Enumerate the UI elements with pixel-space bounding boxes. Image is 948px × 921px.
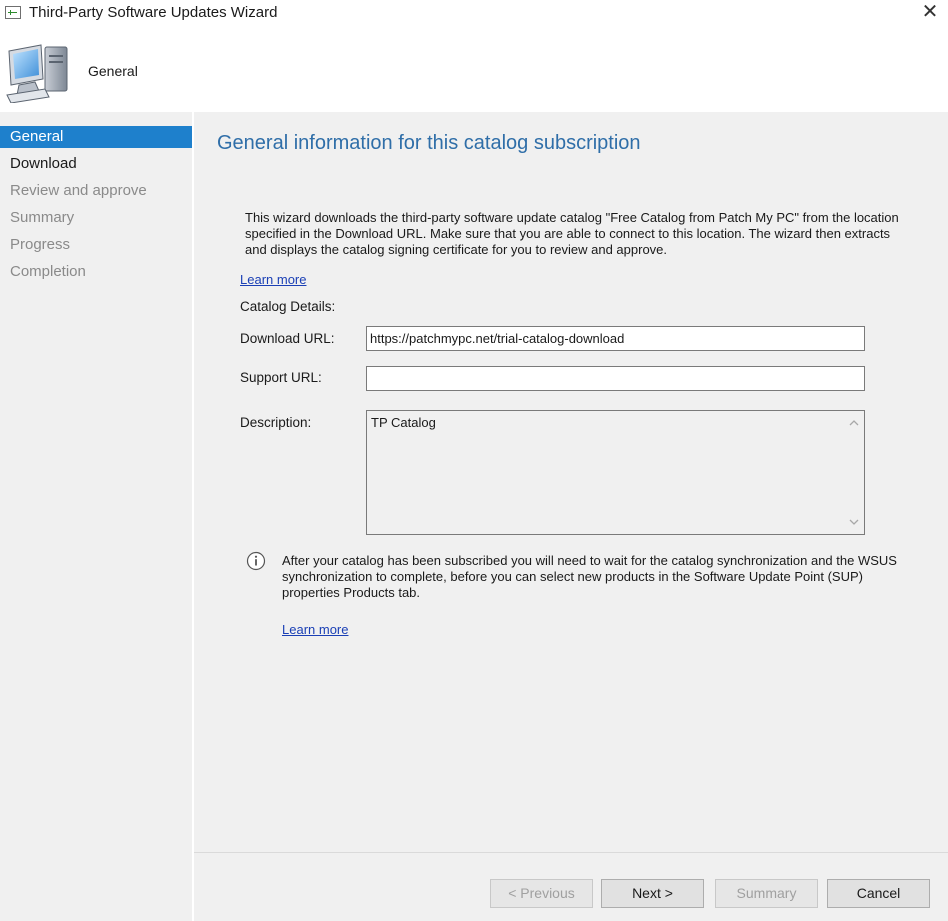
learn-more-link-2[interactable]: Learn more xyxy=(282,622,348,637)
wizard-steps-sidebar: General Download Review and approve Summ… xyxy=(0,112,192,921)
catalog-details-label: Catalog Details: xyxy=(240,299,336,314)
previous-button: < Previous xyxy=(490,879,593,908)
learn-more-link[interactable]: Learn more xyxy=(240,272,306,287)
step-review-and-approve: Review and approve xyxy=(10,182,147,199)
support-url-label: Support URL: xyxy=(240,370,322,385)
summary-button: Summary xyxy=(715,879,818,908)
download-url-label: Download URL: xyxy=(240,331,335,346)
step-completion: Completion xyxy=(10,263,86,280)
close-button[interactable]: ✕ xyxy=(912,0,948,26)
wizard-footer: < Previous Next > Summary Cancel xyxy=(194,852,948,921)
description-textarea[interactable]: TP Catalog xyxy=(366,410,865,535)
cancel-button[interactable]: Cancel xyxy=(827,879,930,908)
wizard-header: General xyxy=(0,26,948,112)
scroll-up-icon[interactable] xyxy=(848,417,860,429)
page-heading: General information for this catalog sub… xyxy=(217,132,641,154)
scroll-down-icon[interactable] xyxy=(848,516,860,528)
step-progress: Progress xyxy=(10,236,71,253)
window-title: Third-Party Software Updates Wizard xyxy=(29,4,278,21)
description-text: TP Catalog xyxy=(371,415,436,430)
wizard-app-icon xyxy=(5,6,21,19)
step-summary: Summary xyxy=(10,209,75,226)
intro-text: This wizard downloads the third-party so… xyxy=(245,210,899,257)
step-general[interactable]: General xyxy=(0,126,192,148)
sync-info-text: After your catalog has been subscribed y… xyxy=(282,553,897,600)
wizard-content: General information for this catalog sub… xyxy=(194,112,948,852)
support-url-input[interactable] xyxy=(366,366,865,391)
next-button[interactable]: Next > xyxy=(601,879,704,908)
info-icon xyxy=(246,551,266,571)
header-title: General xyxy=(88,63,138,79)
description-label: Description: xyxy=(240,415,312,430)
download-url-input[interactable] xyxy=(366,326,865,351)
step-download[interactable]: Download xyxy=(0,153,192,175)
title-bar: Third-Party Software Updates Wizard ✕ xyxy=(0,0,948,26)
computer-icon xyxy=(6,44,68,103)
